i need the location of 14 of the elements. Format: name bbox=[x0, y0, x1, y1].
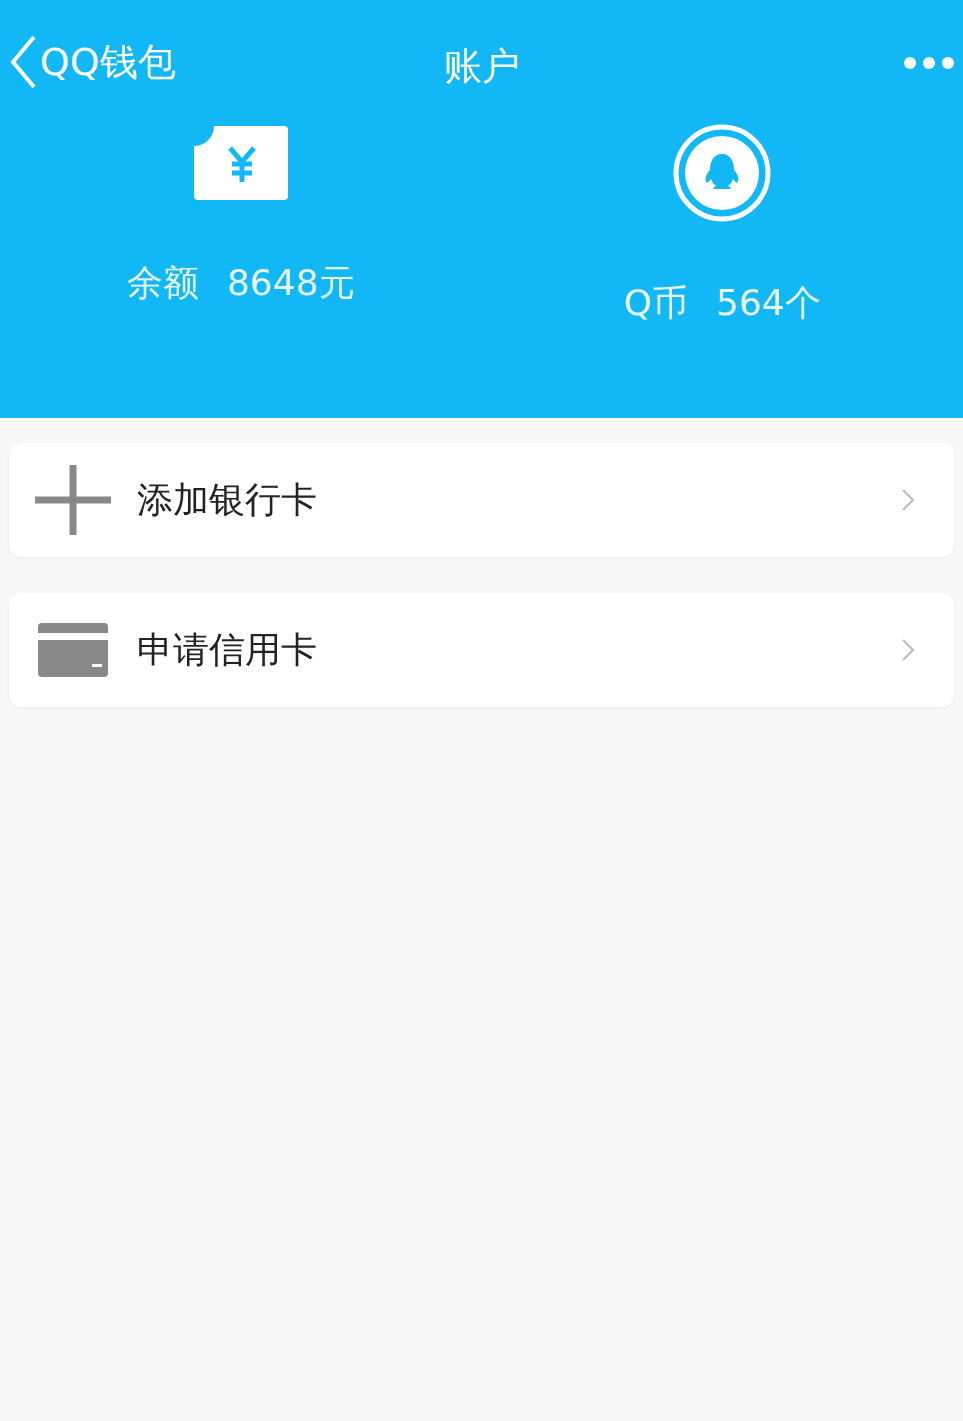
plus-icon bbox=[35, 465, 111, 535]
asset-label: 余额 bbox=[126, 261, 199, 305]
menu-row[interactable]: 申请信用卡 bbox=[9, 593, 954, 707]
chevron-right-icon bbox=[902, 489, 914, 511]
back-chevron-icon bbox=[8, 34, 38, 90]
chevron-right-icon bbox=[902, 639, 914, 661]
asset-label: Q币 bbox=[623, 281, 689, 325]
wallet-icon bbox=[191, 124, 290, 202]
penguin-coin-icon bbox=[673, 124, 772, 222]
page-title: 账户 bbox=[443, 44, 520, 88]
asset-amount: 564个 bbox=[716, 281, 821, 325]
menu-row[interactable]: 添加银行卡 bbox=[9, 443, 954, 557]
asset-amount: 8648元 bbox=[226, 261, 355, 305]
credit-card-icon bbox=[38, 623, 108, 677]
